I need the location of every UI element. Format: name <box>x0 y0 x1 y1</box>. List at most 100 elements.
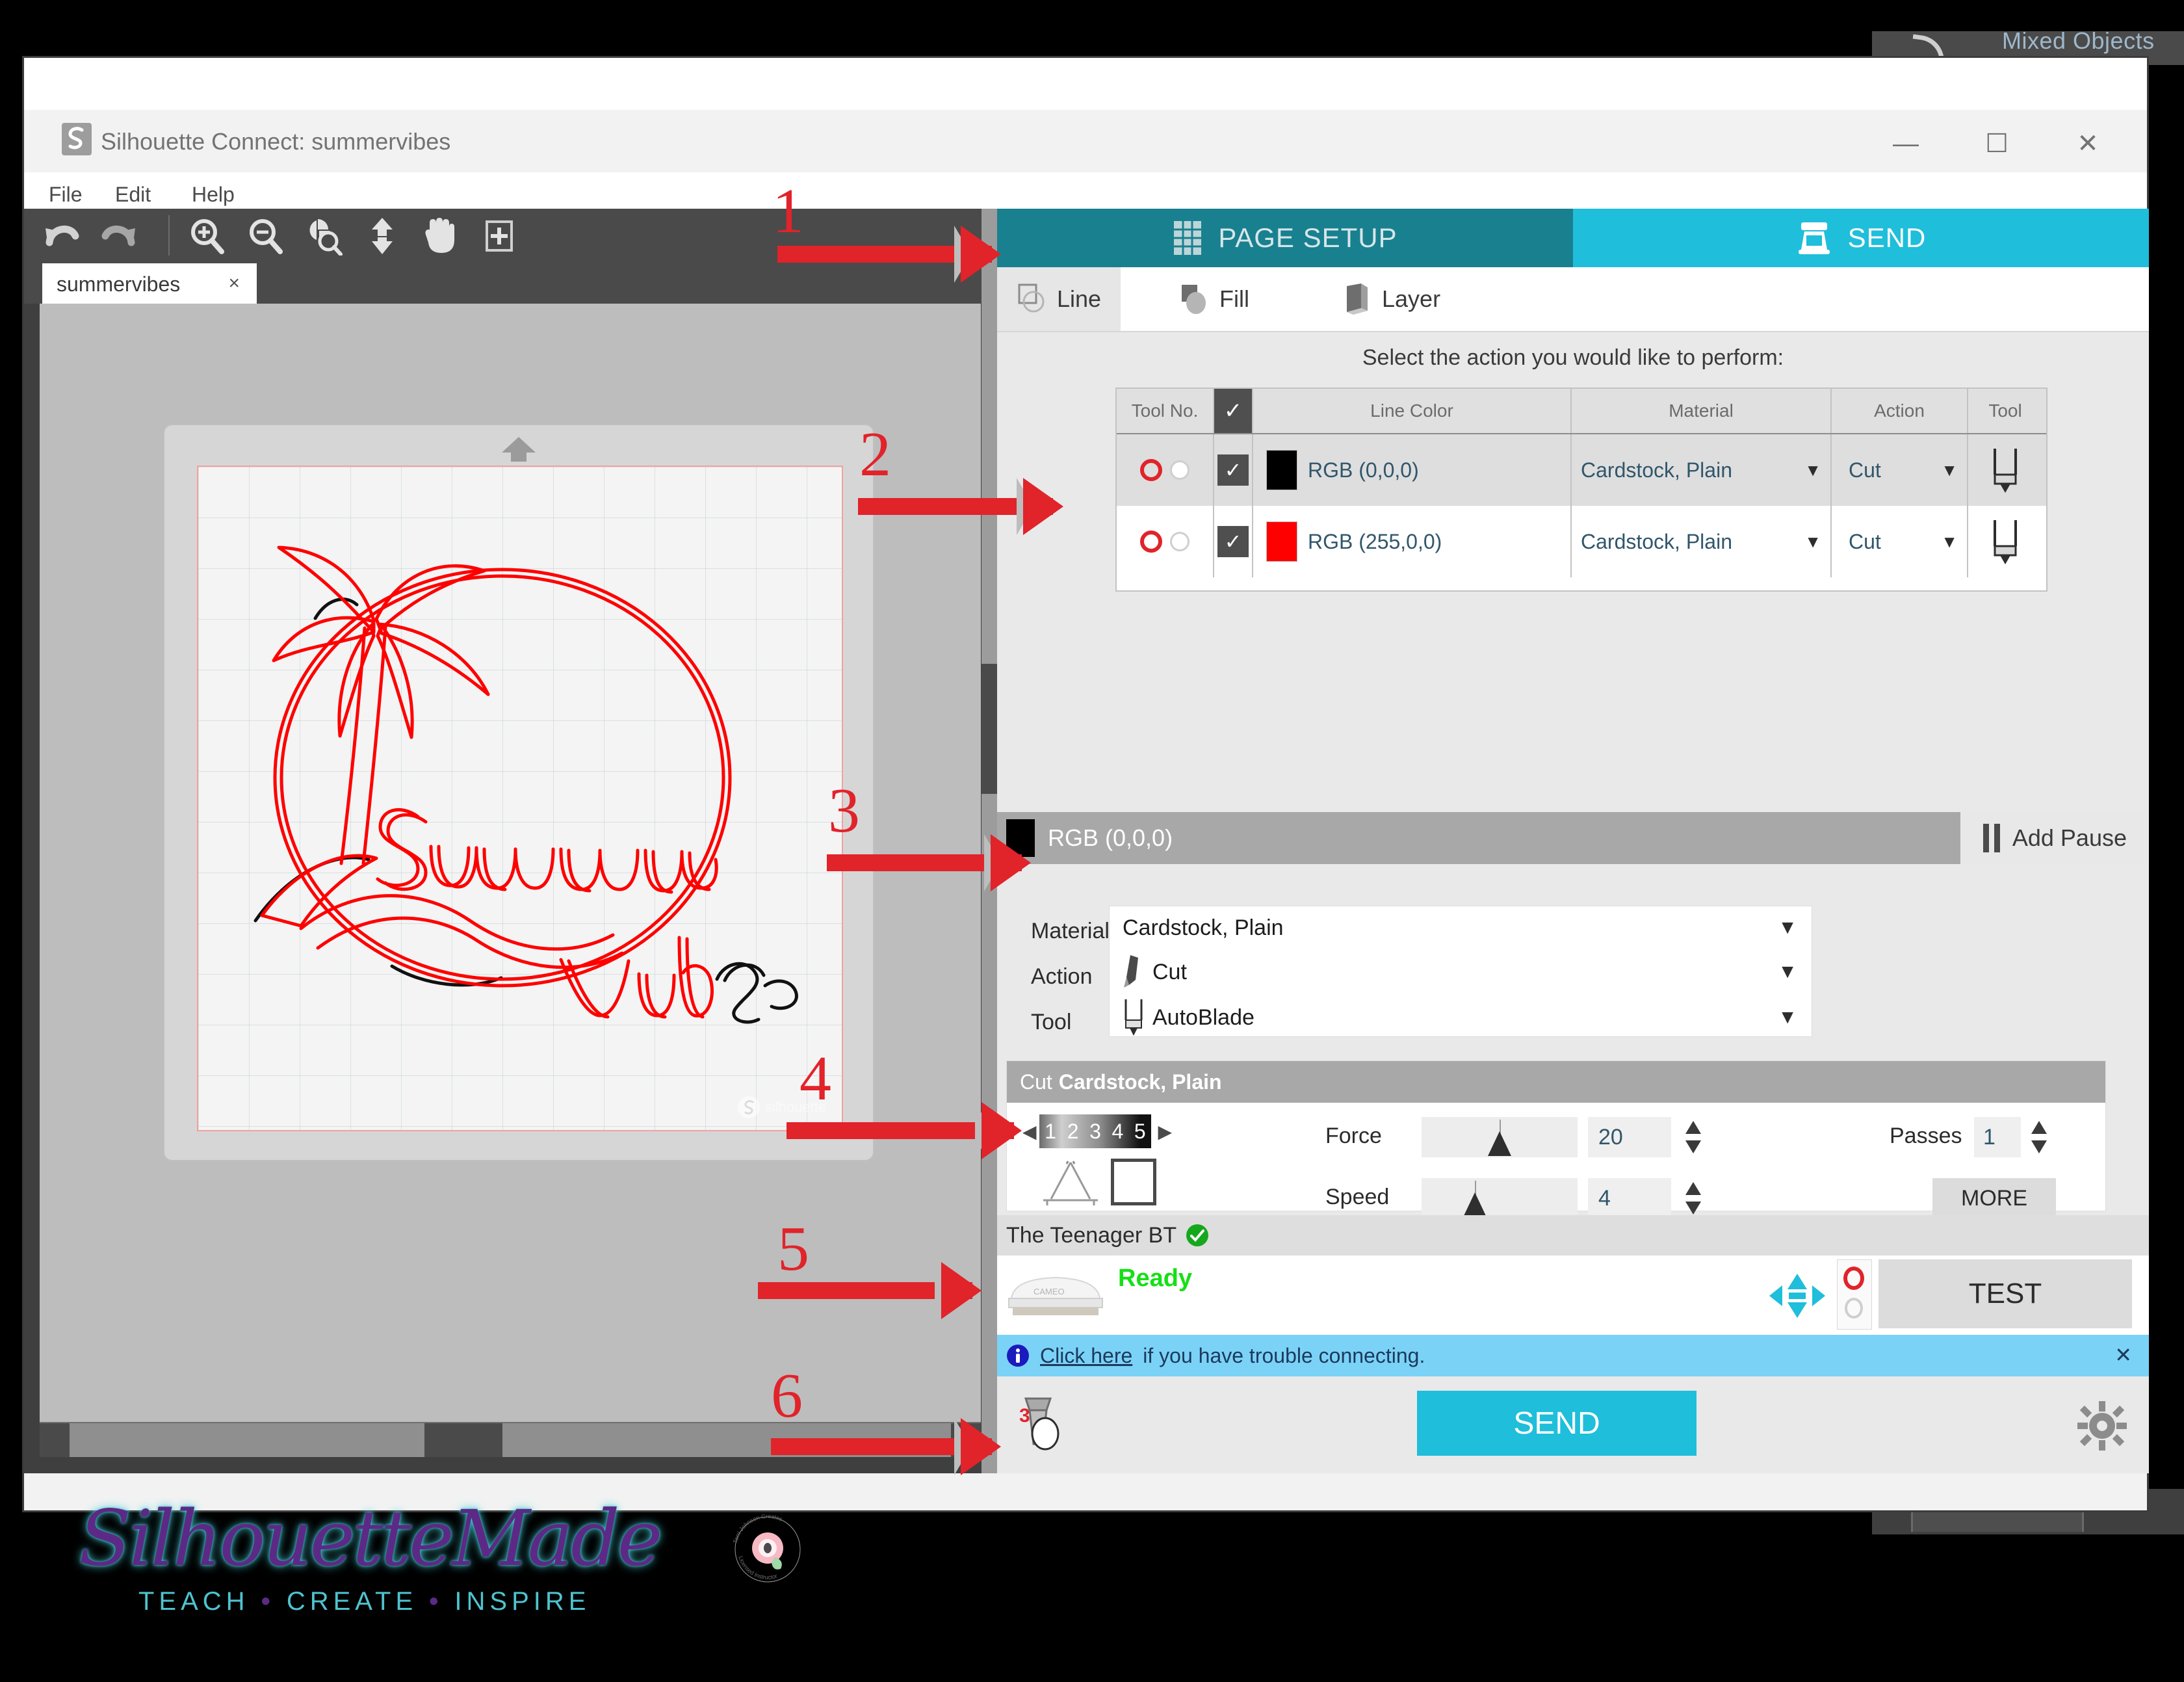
passes-value-field[interactable]: 1 <box>1974 1117 2021 1157</box>
tool-no-2-radio[interactable] <box>1170 532 1190 551</box>
title-bar <box>24 58 2147 110</box>
row-tool-no-selector[interactable] <box>1117 506 1214 577</box>
tab-send[interactable]: SEND <box>1573 209 2149 267</box>
table-row[interactable]: ✓ RGB (255,0,0) Cardstock, Plain ▼ Cut ▼ <box>1117 506 2046 577</box>
zoom-region-button[interactable] <box>475 213 523 258</box>
force-slider[interactable] <box>1422 1117 1578 1157</box>
blade-depth-indicator[interactable]: ◀ 1 2 3 4 5 ▶ <box>1022 1114 1172 1148</box>
row-enabled-checkbox[interactable]: ✓ <box>1217 454 1249 486</box>
blade-depth-1: 1 <box>1045 1119 1057 1143</box>
sub-tab-fill[interactable]: Fill <box>1160 267 1269 331</box>
document-tab-summervibes[interactable]: summervibes × <box>42 263 257 304</box>
column-header-select-all-checkbox[interactable]: ✓ <box>1214 389 1253 433</box>
speed-value-field[interactable]: 4 <box>1588 1178 1671 1218</box>
tool-value: AutoBlade <box>1152 1005 1254 1030</box>
row-line-color-cell: RGB (255,0,0) <box>1253 506 1572 577</box>
menu-item-help[interactable]: Help <box>185 181 241 208</box>
tab-page-setup-label: PAGE SETUP <box>1218 222 1398 253</box>
chevron-down-icon[interactable]: ▼ <box>1804 460 1821 480</box>
chevron-down-icon[interactable]: ▼ <box>1778 917 1797 939</box>
row-enabled-checkbox-cell[interactable]: ✓ <box>1214 434 1253 506</box>
chevron-down-icon[interactable]: ▼ <box>1778 961 1797 983</box>
maximize-button[interactable]: ☐ <box>1968 123 2026 164</box>
gear-icon[interactable] <box>2077 1401 2127 1451</box>
speed-slider[interactable] <box>1422 1178 1578 1218</box>
table-row[interactable]: ✓ RGB (0,0,0) Cardstock, Plain ▼ Cut ▼ <box>1117 434 2046 506</box>
zoom-selection-button[interactable] <box>300 213 348 258</box>
horizontal-scroll-gap <box>424 1423 502 1457</box>
force-value-field[interactable]: 20 <box>1588 1117 1671 1157</box>
blade-depth-decrease-icon[interactable]: ◀ <box>1022 1121 1037 1142</box>
passes-stepper[interactable] <box>2027 1117 2051 1157</box>
more-button[interactable]: MORE <box>1932 1178 2056 1218</box>
cut-queue-badge: 3 <box>1019 1405 1030 1426</box>
annotation-arrow-head-2 <box>1023 478 1063 535</box>
row-enabled-checkbox-cell[interactable]: ✓ <box>1214 506 1253 577</box>
chevron-down-icon[interactable]: ▼ <box>1778 1006 1797 1029</box>
tool-dropdown[interactable]: AutoBlade ▼ <box>1110 996 1812 1039</box>
sub-tab-layer[interactable]: Layer <box>1322 267 1460 331</box>
force-stepper[interactable] <box>1682 1117 1705 1157</box>
speed-decrease-icon[interactable] <box>1685 1202 1701 1215</box>
silhouette-s-logo-icon <box>62 123 92 155</box>
tool-no-2-radio[interactable] <box>1170 460 1190 480</box>
blade-tip-icon <box>1115 954 1152 990</box>
close-button[interactable]: ✕ <box>2059 123 2117 164</box>
fit-to-page-button[interactable] <box>358 213 406 258</box>
tool-carriage-2-radio[interactable] <box>1845 1298 1863 1319</box>
menu-item-file[interactable]: File <box>42 181 89 208</box>
tool-carriage-selector-icon[interactable] <box>1837 1259 1872 1330</box>
chevron-down-icon[interactable]: ▼ <box>1941 532 1958 552</box>
undo-button[interactable] <box>37 213 85 258</box>
connection-help-link[interactable]: Click here <box>1040 1344 1132 1368</box>
blade-cap-square-icon <box>1111 1159 1156 1205</box>
machine-status-panel: CAMEO Ready TEST <box>997 1255 2149 1335</box>
vertical-scroll-thumb[interactable] <box>982 664 997 794</box>
passes-increase-icon[interactable] <box>2031 1121 2047 1134</box>
summer-vibes-design[interactable] <box>197 466 840 1129</box>
row-action-dropdown[interactable]: Cut ▼ <box>1832 434 1968 506</box>
passes-decrease-icon[interactable] <box>2031 1140 2047 1153</box>
zoom-in-button[interactable] <box>183 213 231 258</box>
send-button[interactable]: SEND <box>1417 1391 1696 1456</box>
material-dropdown[interactable]: Cardstock, Plain ▼ <box>1110 906 1812 949</box>
chevron-down-icon[interactable]: ▼ <box>1804 532 1821 552</box>
cutter-machine-icon <box>1798 222 1830 254</box>
selected-color-name: RGB (0,0,0) <box>1048 824 1173 851</box>
pan-button[interactable] <box>417 213 465 258</box>
window-title: Silhouette Connect: summervibes <box>101 128 451 155</box>
speed-stepper[interactable] <box>1682 1178 1705 1218</box>
force-slider-knob[interactable] <box>1488 1131 1511 1156</box>
selected-color-header: RGB (0,0,0) Add Pause <box>997 812 2149 864</box>
chevron-down-icon[interactable]: ▼ <box>1941 460 1958 480</box>
minimize-button[interactable]: — <box>1877 123 1935 164</box>
tool-no-1-radio[interactable] <box>1140 459 1162 481</box>
sub-tab-line[interactable]: Line <box>997 267 1121 331</box>
add-pause-button[interactable]: Add Pause <box>1960 812 2149 864</box>
banner-close-icon[interactable]: ✕ <box>2114 1343 2132 1367</box>
blade-depth-increase-icon[interactable]: ▶ <box>1158 1121 1172 1142</box>
row-material-dropdown[interactable]: Cardstock, Plain ▼ <box>1572 506 1832 577</box>
row-enabled-checkbox[interactable]: ✓ <box>1217 526 1249 557</box>
scroll-left-arrow-icon[interactable] <box>40 1423 70 1457</box>
row-action-dropdown[interactable]: Cut ▼ <box>1832 506 1968 577</box>
speed-increase-icon[interactable] <box>1685 1182 1701 1195</box>
speed-slider-knob[interactable] <box>1463 1192 1487 1217</box>
action-dropdown[interactable]: Cut ▼ <box>1110 951 1812 993</box>
force-decrease-icon[interactable] <box>1685 1140 1701 1153</box>
zoom-out-button[interactable] <box>241 213 289 258</box>
tool-carriage-1-radio[interactable] <box>1843 1267 1864 1290</box>
tool-no-1-radio[interactable] <box>1140 531 1162 553</box>
menu-item-edit[interactable]: Edit <box>109 181 157 208</box>
row-tool-no-selector[interactable] <box>1117 434 1214 506</box>
test-button[interactable]: TEST <box>1878 1259 2132 1328</box>
move-arrows-icon[interactable] <box>1768 1272 1826 1319</box>
redo-button[interactable] <box>96 213 144 258</box>
row-color-label: RGB (0,0,0) <box>1308 458 1419 482</box>
document-tab-close-icon[interactable]: × <box>228 272 240 295</box>
tab-page-setup[interactable]: PAGE SETUP <box>997 209 1573 267</box>
column-header-tool-no: Tool No. <box>1117 389 1214 433</box>
force-increase-icon[interactable] <box>1685 1121 1701 1134</box>
annotation-number-5: 5 <box>777 1214 809 1284</box>
row-material-dropdown[interactable]: Cardstock, Plain ▼ <box>1572 434 1832 506</box>
